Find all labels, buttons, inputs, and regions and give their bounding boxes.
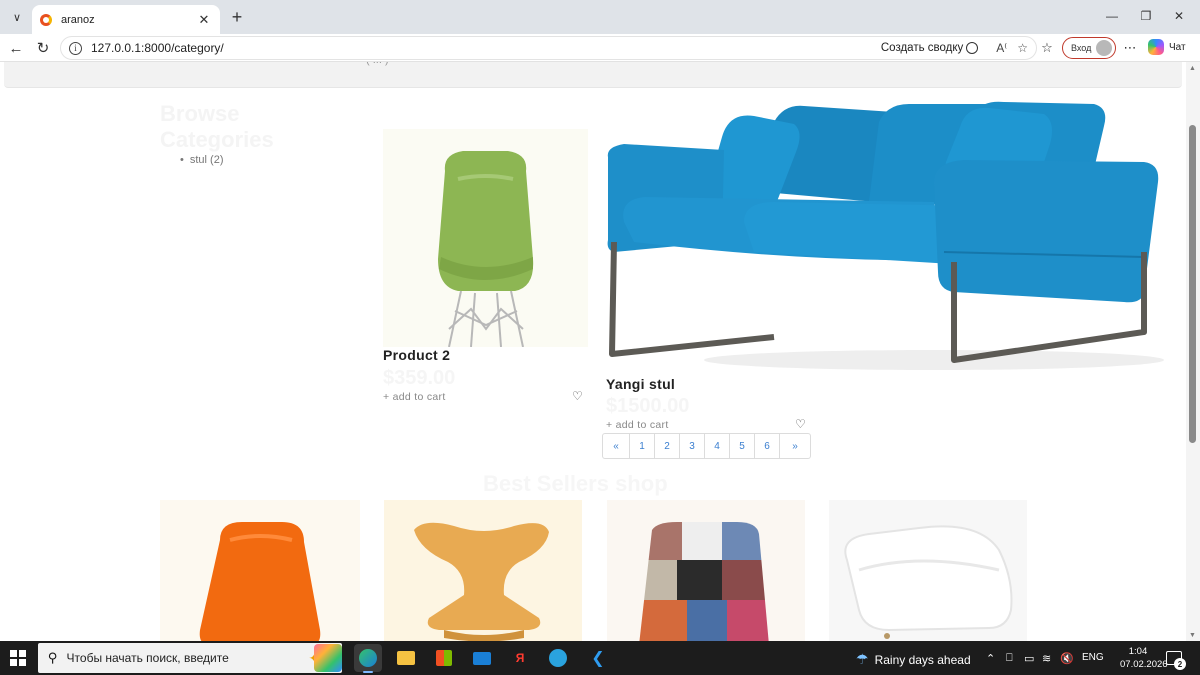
usb-device-icon[interactable]: ⎕ bbox=[1006, 652, 1013, 665]
reload-button[interactable]: ↻ bbox=[33, 38, 53, 58]
system-clock[interactable]: 1:04 07.02.2026 bbox=[1120, 645, 1168, 671]
pagination-page-4[interactable]: 4 bbox=[705, 434, 730, 458]
copilot-app-icon[interactable] bbox=[314, 644, 342, 672]
avatar bbox=[1096, 40, 1112, 56]
rain-umbrella-icon: ☂ bbox=[856, 651, 869, 667]
profile-login-button[interactable]: Вход bbox=[1062, 37, 1116, 59]
best-seller-card-patchwork-chair[interactable] bbox=[607, 500, 805, 641]
telegram-app-icon[interactable] bbox=[544, 644, 572, 672]
chat-label: Чат bbox=[1169, 41, 1186, 53]
add-to-cart-link[interactable]: + add to cart bbox=[606, 419, 669, 431]
favorites-icon[interactable]: ☆ bbox=[1038, 39, 1056, 57]
pagination-page-6[interactable]: 6 bbox=[755, 434, 780, 458]
search-placeholder: Чтобы начать поиск, введите bbox=[66, 651, 229, 665]
yandex-browser-icon[interactable]: Я bbox=[506, 644, 534, 672]
site-favicon-icon bbox=[40, 13, 52, 26]
search-icon: ⚲ bbox=[48, 650, 58, 665]
browser-toolbar: ← ↻ i 127.0.0.1:8000/category/ Создать с… bbox=[0, 34, 1200, 62]
edge-app-icon[interactable] bbox=[354, 644, 382, 673]
windows-start-icon[interactable] bbox=[10, 650, 26, 666]
browse-categories-title: Browse Categories bbox=[160, 101, 274, 152]
copilot-chat-button[interactable]: Чат bbox=[1148, 39, 1186, 55]
close-icon[interactable]: ✕ bbox=[196, 12, 212, 28]
login-label: Вход bbox=[1071, 43, 1092, 53]
best-seller-card-wooden-chair[interactable] bbox=[384, 500, 582, 641]
pagination-last-button[interactable]: » bbox=[780, 434, 810, 458]
taskbar-search-box[interactable]: ⚲ Чтобы начать поиск, введите ✦✦ bbox=[38, 643, 342, 673]
info-icon[interactable]: i bbox=[69, 41, 82, 55]
maximize-button[interactable]: ❐ bbox=[1135, 6, 1157, 26]
top-banner-strip: ( ... ) bbox=[4, 62, 1182, 88]
wifi-icon[interactable]: ≋ bbox=[1042, 652, 1051, 665]
minimize-button[interactable]: — bbox=[1101, 6, 1123, 26]
blue-sofa-icon bbox=[607, 101, 1164, 370]
pagination-first-button[interactable]: « bbox=[603, 434, 630, 458]
chevron-up-icon[interactable]: ⌃ bbox=[986, 652, 995, 665]
pagination-page-3[interactable]: 3 bbox=[680, 434, 705, 458]
scroll-down-icon[interactable]: ▼ bbox=[1189, 632, 1196, 639]
tab-title: aranoz bbox=[61, 13, 95, 26]
notification-count-badge: 2 bbox=[1174, 658, 1186, 670]
product-title[interactable]: Yangi stul bbox=[606, 376, 675, 392]
new-tab-button[interactable]: + bbox=[226, 6, 248, 28]
pagination: « 1 2 3 4 5 6 » bbox=[602, 433, 811, 459]
breadcrumb: ( ... ) bbox=[366, 62, 389, 66]
product-image-green-chair[interactable] bbox=[383, 129, 588, 348]
pagination-page-2[interactable]: 2 bbox=[655, 434, 680, 458]
copilot-icon bbox=[1148, 39, 1164, 55]
browser-tab[interactable]: aranoz ✕ bbox=[32, 5, 220, 34]
mail-app-icon[interactable] bbox=[468, 644, 496, 672]
browser-tab-bar: ∨ aranoz ✕ + — ❐ ✕ bbox=[0, 0, 1200, 34]
white-armchair-icon bbox=[844, 525, 1013, 639]
weather-widget[interactable]: ☂ Rainy days ahead bbox=[856, 651, 971, 668]
tab-list-button[interactable]: ∨ bbox=[6, 6, 28, 28]
clock-time: 1:04 bbox=[1128, 646, 1148, 657]
scroll-up-icon[interactable]: ▲ bbox=[1189, 65, 1196, 72]
windows-taskbar: ⚲ Чтобы начать поиск, введите ✦✦ Я ❮ ☂ R… bbox=[0, 641, 1200, 675]
back-button[interactable]: ← bbox=[6, 38, 26, 58]
summary-icon bbox=[966, 42, 979, 54]
category-item-stul[interactable]: stul (2) bbox=[180, 154, 224, 166]
volume-muted-icon[interactable]: 🔇 bbox=[1060, 652, 1074, 665]
category-list: stul (2) bbox=[180, 154, 224, 166]
product-image-blue-sofa[interactable] bbox=[604, 92, 1164, 382]
clock-date: 07.02.2026 bbox=[1120, 659, 1168, 670]
scrollbar-thumb[interactable] bbox=[1189, 125, 1196, 443]
page-viewport: ( ... ) Browse Categories stul (2) Produ… bbox=[0, 62, 1186, 641]
product-price: $1500.00 bbox=[606, 395, 690, 417]
patchwork-chair-icon bbox=[639, 522, 769, 641]
best-sellers-title: Best Sellers shop bbox=[483, 471, 668, 496]
vscode-app-icon[interactable]: ❮ bbox=[584, 644, 612, 672]
weather-text: Rainy days ahead bbox=[874, 652, 971, 667]
language-indicator[interactable]: ENG bbox=[1082, 652, 1104, 663]
green-chair-icon bbox=[438, 151, 534, 348]
read-aloud-icon[interactable]: A⁽ bbox=[996, 41, 1007, 55]
best-seller-card-white-armchair[interactable] bbox=[829, 500, 1027, 641]
product-title[interactable]: Product 2 bbox=[383, 347, 450, 363]
url-text: 127.0.0.1:8000/category/ bbox=[91, 41, 224, 55]
pagination-page-5[interactable]: 5 bbox=[730, 434, 755, 458]
battery-icon[interactable]: ▭ bbox=[1024, 652, 1034, 665]
add-to-cart-link[interactable]: + add to cart bbox=[383, 391, 446, 403]
favorite-star-icon[interactable]: ☆ bbox=[1017, 41, 1028, 55]
heart-icon[interactable]: ♡ bbox=[795, 417, 806, 431]
chevron-down-icon: ∨ bbox=[12, 11, 22, 24]
address-bar[interactable]: i 127.0.0.1:8000/category/ Создать сводк… bbox=[60, 36, 1037, 60]
orange-chair-icon bbox=[199, 522, 321, 641]
create-summary-label: Создать сводку bbox=[880, 42, 964, 54]
heart-icon[interactable]: ♡ bbox=[572, 389, 583, 403]
product-price: $359.00 bbox=[383, 367, 456, 389]
page-scrollbar[interactable]: ▲ ▼ bbox=[1186, 62, 1200, 641]
best-seller-card-orange-chair[interactable] bbox=[160, 500, 360, 641]
microsoft-store-icon[interactable] bbox=[430, 644, 458, 672]
create-summary-button[interactable]: Создать сводку bbox=[880, 42, 979, 54]
pagination-page-1[interactable]: 1 bbox=[630, 434, 655, 458]
close-window-button[interactable]: ✕ bbox=[1168, 6, 1190, 26]
file-explorer-icon[interactable] bbox=[392, 644, 420, 672]
wooden-chair-icon bbox=[414, 522, 549, 641]
more-menu-icon[interactable]: ⋯ bbox=[1121, 39, 1139, 57]
